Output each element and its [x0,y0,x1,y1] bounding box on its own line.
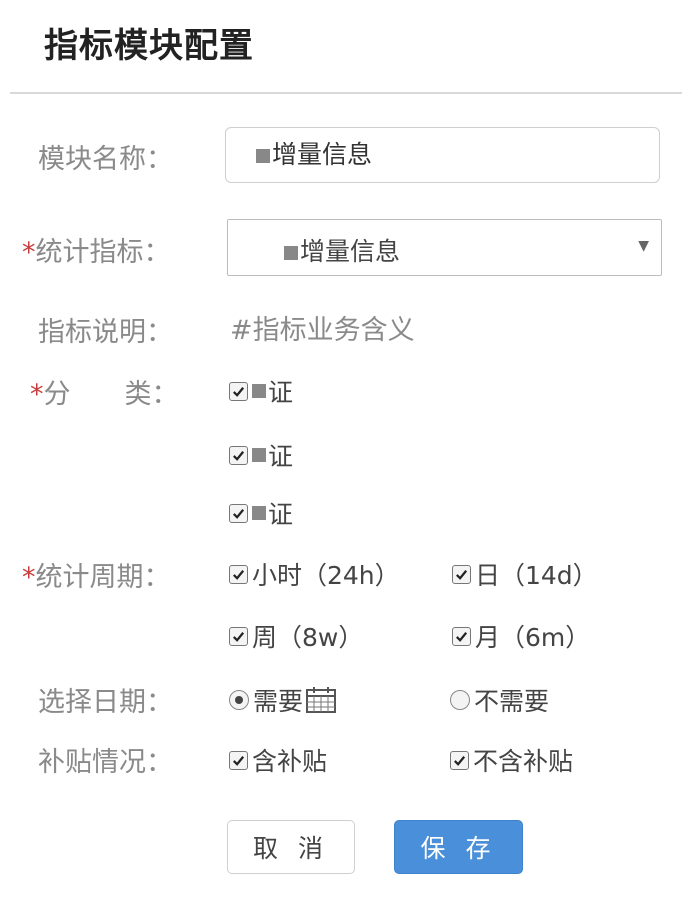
checkbox-checked-icon[interactable] [229,445,248,465]
category-option[interactable]: 证 [229,495,293,531]
checkbox-checked-icon[interactable] [229,503,248,523]
chevron-down-icon: ▼ [638,238,649,254]
stat-indicator-value: 增量信息 [284,232,400,268]
redacted-mark [252,506,266,520]
category-option[interactable]: 证 [229,437,293,473]
category-option[interactable]: 证 [229,373,293,409]
date-option-need[interactable]: 需要 [229,682,337,718]
title-divider [10,92,682,94]
redacted-mark [252,384,266,398]
indicator-desc-label: 指标说明： [38,317,173,348]
indicator-desc-value: #指标业务含义 [230,315,415,346]
subsidy-label: 补贴情况： [38,747,173,778]
stat-indicator-select[interactable]: 增量信息 ▼ [227,219,662,276]
redacted-mark [252,448,266,462]
redacted-mark [256,149,270,163]
checkbox-checked-icon[interactable] [229,381,248,401]
period-option-day[interactable]: 日（14d） [452,556,598,592]
redacted-mark [284,246,298,260]
page-title: 指标模块配置 [44,26,254,66]
radio-selected-icon[interactable] [229,690,249,710]
period-option-hour[interactable]: 小时（24h） [229,556,400,592]
checkbox-checked-icon[interactable] [452,626,471,646]
checkbox-checked-icon[interactable] [229,564,248,584]
module-name-label: 模块名称： [38,144,173,175]
radio-unselected-icon[interactable] [450,690,470,710]
period-option-week[interactable]: 周（8w） [229,618,363,654]
module-name-input[interactable]: 增量信息 [225,127,660,183]
calendar-icon[interactable] [305,686,337,714]
subsidy-option-exclude[interactable]: 不含补贴 [450,742,573,778]
period-option-month[interactable]: 月（6m） [452,618,590,654]
checkbox-checked-icon[interactable] [229,750,248,770]
module-name-value: 增量信息 [272,140,373,169]
date-option-no-need[interactable]: 不需要 [450,682,549,718]
stat-period-label: *统计周期： [22,562,171,593]
stat-indicator-label: *统计指标： [22,237,171,268]
select-date-label: 选择日期： [38,687,173,718]
category-label: *分 类： [30,379,179,410]
save-button[interactable]: 保 存 [394,820,523,874]
checkbox-checked-icon[interactable] [229,626,248,646]
checkbox-checked-icon[interactable] [450,750,469,770]
checkbox-checked-icon[interactable] [452,564,471,584]
cancel-button[interactable]: 取 消 [227,820,355,874]
subsidy-option-include[interactable]: 含补贴 [229,742,327,778]
